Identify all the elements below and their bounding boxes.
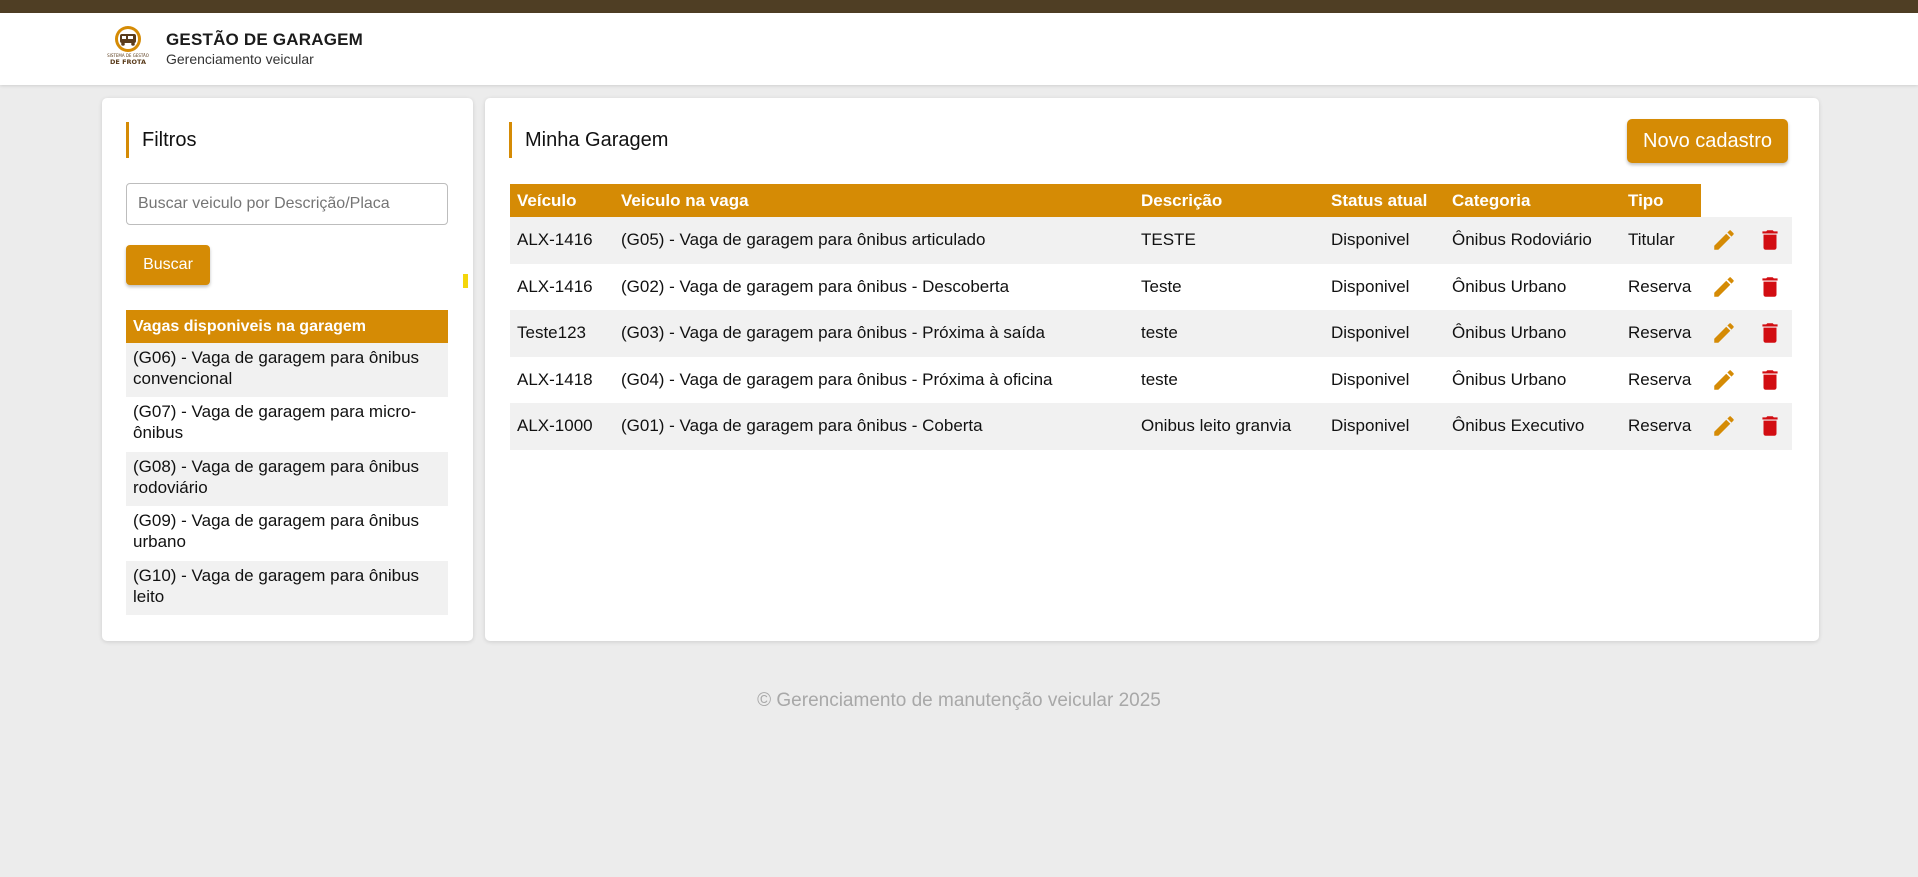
new-record-button[interactable]: Novo cadastro xyxy=(1627,119,1788,163)
available-slots-list: Vagas disponiveis na garagem (G06) - Vag… xyxy=(126,310,448,615)
cell-description: Teste xyxy=(1134,263,1324,310)
cell-edit xyxy=(1701,263,1747,310)
column-header-edit xyxy=(1701,184,1747,217)
cell-slot: (G01) - Vaga de garagem para ônibus - Co… xyxy=(614,403,1134,450)
search-input[interactable] xyxy=(126,183,448,225)
cell-category: Ônibus Rodoviário xyxy=(1445,217,1621,264)
trash-icon[interactable] xyxy=(1757,227,1783,253)
cell-type: Reserva xyxy=(1621,403,1701,450)
cell-description: TESTE xyxy=(1134,217,1324,264)
cell-type: Reserva xyxy=(1621,310,1701,357)
cell-vehicle: ALX-1416 xyxy=(510,263,614,310)
cell-status: Disponivel xyxy=(1324,356,1445,403)
trash-icon[interactable] xyxy=(1757,320,1783,346)
cell-category: Ônibus Urbano xyxy=(1445,263,1621,310)
table-row: ALX-1416 (G02) - Vaga de garagem para ôni… xyxy=(510,263,1792,310)
pencil-icon[interactable] xyxy=(1711,413,1737,439)
column-header-description: Descrição xyxy=(1134,184,1324,217)
cell-type: Reserva xyxy=(1621,356,1701,403)
filters-title: Filtros xyxy=(126,122,196,158)
pencil-icon[interactable] xyxy=(1711,320,1737,346)
cell-description: Onibus leito granvia xyxy=(1134,403,1324,450)
filters-panel: Filtros Buscar Vagas disponiveis na gara… xyxy=(102,98,473,641)
trash-icon[interactable] xyxy=(1757,367,1783,393)
cell-type: Titular xyxy=(1621,217,1701,264)
cell-vehicle: ALX-1000 xyxy=(510,403,614,450)
cell-delete xyxy=(1747,263,1792,310)
page-footer: © Gerenciamento de manutenção veicular 2… xyxy=(757,690,1161,711)
garage-table: Veículo Veiculo na vaga Descrição Status… xyxy=(510,184,1792,450)
cell-edit xyxy=(1701,403,1747,450)
pencil-icon[interactable] xyxy=(1711,274,1737,300)
trash-icon[interactable] xyxy=(1757,274,1783,300)
cell-status: Disponivel xyxy=(1324,403,1445,450)
cell-delete xyxy=(1747,403,1792,450)
available-slot-item: (G06) - Vaga de garagem para ônibus conv… xyxy=(126,343,448,398)
cell-edit xyxy=(1701,217,1747,264)
cell-slot: (G02) - Vaga de garagem para ônibus - De… xyxy=(614,263,1134,310)
trash-icon[interactable] xyxy=(1757,413,1783,439)
available-slot-item: (G09) - Vaga de garagem para ônibus urba… xyxy=(126,506,448,561)
cell-status: Disponivel xyxy=(1324,217,1445,264)
cell-slot: (G04) - Vaga de garagem para ônibus - Pr… xyxy=(614,356,1134,403)
cell-slot: (G05) - Vaga de garagem para ônibus arti… xyxy=(614,217,1134,264)
cell-delete xyxy=(1747,310,1792,357)
logo-text-line2: DE FROTA xyxy=(110,58,146,66)
column-header-delete xyxy=(1747,184,1792,217)
column-header-slot: Veiculo na vaga xyxy=(614,184,1134,217)
garage-title: Minha Garagem xyxy=(509,122,668,158)
cell-category: Ônibus Urbano xyxy=(1445,310,1621,357)
pencil-icon[interactable] xyxy=(1711,367,1737,393)
available-slot-item: (G10) - Vaga de garagem para ônibus leit… xyxy=(126,560,448,615)
cell-status: Disponivel xyxy=(1324,263,1445,310)
yellow-marker xyxy=(463,274,468,288)
cell-delete xyxy=(1747,217,1792,264)
table-row: Teste123 (G03) - Vaga de garagem para ôni… xyxy=(510,310,1792,357)
cell-vehicle: ALX-1418 xyxy=(510,356,614,403)
available-slot-item: (G07) - Vaga de garagem para micro-ônibu… xyxy=(126,397,448,452)
table-row: ALX-1418 (G04) - Vaga de garagem para ôni… xyxy=(510,356,1792,403)
table-row: ALX-1416 (G05) - Vaga de garagem para ôni… xyxy=(510,217,1792,264)
cell-vehicle: ALX-1416 xyxy=(510,217,614,264)
column-header-status: Status atual xyxy=(1324,184,1445,217)
garage-panel: Minha Garagem Novo cadastro Veículo Veic… xyxy=(485,98,1819,641)
cell-slot: (G03) - Vaga de garagem para ônibus - Pr… xyxy=(614,310,1134,357)
cell-vehicle: Teste123 xyxy=(510,310,614,357)
cell-description: teste xyxy=(1134,310,1324,357)
search-button[interactable]: Buscar xyxy=(126,245,210,285)
column-header-vehicle: Veículo xyxy=(510,184,614,217)
pencil-icon[interactable] xyxy=(1711,227,1737,253)
cell-category: Ônibus Executivo xyxy=(1445,403,1621,450)
available-slots-header: Vagas disponiveis na garagem xyxy=(126,310,448,343)
cell-type: Reserva xyxy=(1621,263,1701,310)
app-title: GESTÃO DE GARAGEM xyxy=(166,30,364,49)
app-subtitle: Gerenciamento veicular xyxy=(166,51,314,67)
cell-category: Ônibus Urbano xyxy=(1445,356,1621,403)
column-header-category: Categoria xyxy=(1445,184,1621,217)
top-strip xyxy=(0,0,1918,13)
cell-description: teste xyxy=(1134,356,1324,403)
cell-edit xyxy=(1701,310,1747,357)
cell-status: Disponivel xyxy=(1324,310,1445,357)
fleet-logo: SISTEMA DE GESTÃO DE FROTA xyxy=(107,24,149,66)
cell-edit xyxy=(1701,356,1747,403)
table-row: ALX-1000 (G01) - Vaga de garagem para ôni… xyxy=(510,403,1792,450)
column-header-type: Tipo xyxy=(1621,184,1701,217)
app-header: SISTEMA DE GESTÃO DE FROTA GESTÃO DE GAR… xyxy=(0,13,1918,85)
cell-delete xyxy=(1747,356,1792,403)
table-header-row: Veículo Veiculo na vaga Descrição Status… xyxy=(510,184,1792,217)
available-slot-item: (G08) - Vaga de garagem para ônibus rodo… xyxy=(126,451,448,507)
